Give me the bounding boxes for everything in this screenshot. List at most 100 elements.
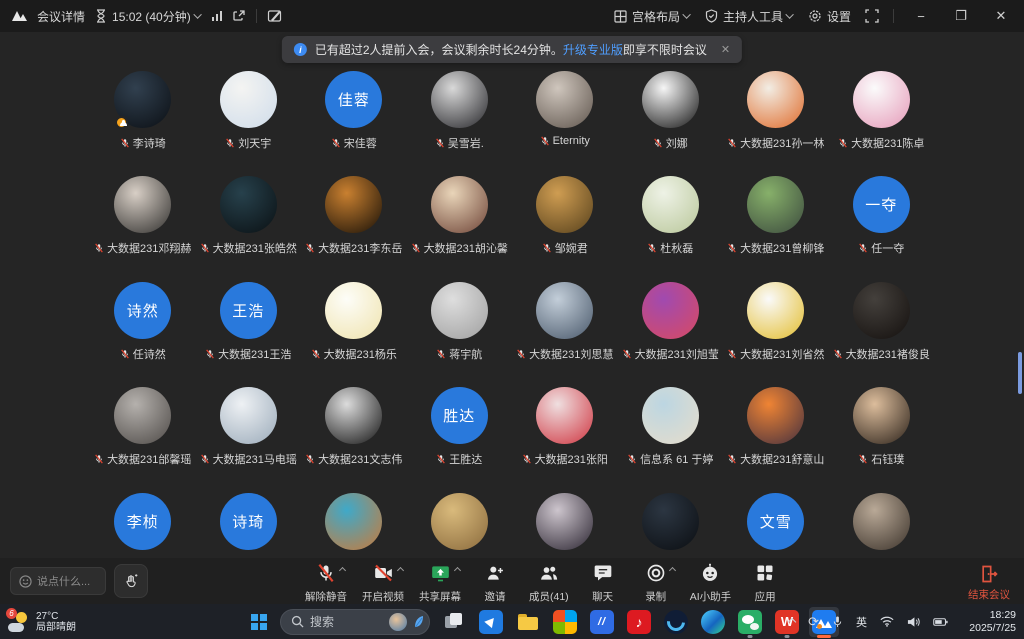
participant-name: 吴雪岩. [448,135,484,151]
participant-tile[interactable]: 刘娜 [618,66,724,171]
participant-tile[interactable]: 大数据231张阳 [512,382,618,487]
participant-tile[interactable]: 石钰璞 [829,382,935,487]
start-button[interactable] [245,609,271,635]
participant-label: 大数据231刘省然 [727,346,824,362]
chat-button[interactable]: 聊天 [581,562,625,606]
mic-muted-icon [627,454,637,464]
app-blue-arrow-icon[interactable] [476,607,506,637]
participant-tile[interactable]: 大数据231邰馨瑶 [90,382,196,487]
participant-tile[interactable]: 大数据231张皓然 [196,171,302,276]
raise-hand-button[interactable] [114,564,148,598]
netease-music-icon[interactable]: ♪ [624,607,654,637]
invite-button[interactable]: 邀请 [473,562,517,606]
wechat-icon[interactable] [735,607,765,637]
participant-name: 大数据231胡沁馨 [424,240,508,256]
participant-tile[interactable]: 邹婉君 [512,171,618,276]
sync-update-icon[interactable]: ⟳ [808,615,819,628]
quark-browser-icon[interactable] [661,607,691,637]
participant-tile[interactable]: 大数据231陈卓 [829,66,935,171]
participant-name: 大数据231邓翔赫 [107,240,191,256]
grid-layout-menu[interactable]: 宫格布局 [614,8,691,25]
meeting-timer[interactable]: 15:02 (40分钟) [95,8,202,25]
avatar [431,176,488,233]
taskbar-search[interactable]: 搜索 [280,609,430,635]
task-view-icon[interactable] [439,607,469,637]
participant-tile[interactable]: 大数据231杨乐 [301,277,407,382]
hidden-icons-chevron-icon[interactable] [788,617,796,625]
participant-tile[interactable]: 王浩 大数据231王浩 [196,277,302,382]
volume-icon[interactable] [907,616,920,628]
end-meeting-button[interactable]: 结束会议 [968,564,1010,602]
participant-tile[interactable]: 大数据231李东岳 [301,171,407,276]
toolbar-button-label: AI小助手 [690,589,731,604]
participant-label: 大数据231陈卓 [838,135,924,151]
scrollbar-thumb[interactable] [1018,352,1022,394]
participant-tile[interactable]: 大数据231刘旭莹 [618,277,724,382]
record-button[interactable]: 录制 [634,562,678,606]
maximize-button[interactable]: ❐ [948,3,974,29]
participant-tile[interactable]: 蒋宇航 [407,277,513,382]
minimize-button[interactable]: − [908,3,934,29]
search-highlight-avatar [389,613,407,631]
mic-muted-icon [94,243,104,253]
toolbar-button-label: 解除静音 [305,589,347,604]
participant-tile[interactable]: 大数据231曾柳锋 [723,171,829,276]
ai-assistant-button[interactable]: AI小助手 [687,562,734,606]
invite-icon [485,563,505,588]
participant-tile[interactable]: 大数据231胡沁馨 [407,171,513,276]
wifi-icon[interactable] [880,616,894,627]
participant-name: 信息系 61 于婷 [640,451,713,467]
participant-tile[interactable]: 大数据231褚俊良 [829,277,935,382]
participant-tile[interactable]: 大数据231舒意山 [723,382,829,487]
participant-label: 大数据231文志伟 [305,451,402,467]
tray-mic-icon[interactable] [832,615,843,629]
participant-tile[interactable]: 刘天宇 [196,66,302,171]
banner-close-icon[interactable]: ✕ [721,43,730,56]
participant-tile[interactable]: 杜秋磊 [618,171,724,276]
participant-tile[interactable]: 一夺 任一夺 [829,171,935,276]
close-button[interactable]: ✕ [988,3,1014,29]
meeting-logo-icon [12,11,27,21]
app-slashes-icon[interactable]: // [587,607,617,637]
unmute-button[interactable]: 解除静音 [302,562,350,606]
apps-button[interactable]: 应用 [743,562,787,606]
participant-tile[interactable]: 大数据231刘省然 [723,277,829,382]
participant-tile[interactable]: 李诗琦 [90,66,196,171]
ime-indicator[interactable]: 英 [856,614,867,630]
network-signal-icon[interactable] [212,11,223,21]
weather-widget[interactable]: 6 27°C局部晴朗 [8,611,76,633]
pop-out-icon[interactable] [232,9,246,23]
participant-name: 刘天宇 [238,135,271,151]
weather-temp: 27°C [36,611,76,622]
participant-tile[interactable]: 吴雪岩. [407,66,513,171]
members-button[interactable]: 成员(41) [526,562,572,606]
participant-tile[interactable]: 诗然 任诗然 [90,277,196,382]
participant-tile[interactable]: Eternity [512,66,618,171]
participant-tile[interactable]: 胜达 王胜达 [407,382,513,487]
quick-message-input[interactable]: 说点什么... [10,567,106,595]
share-screen-button[interactable]: 共享屏幕 [416,562,464,606]
upgrade-pro-link[interactable]: 升级专业版 [563,43,623,57]
taskbar-clock[interactable]: 18:29 2025/7/25 [969,609,1016,635]
participant-grid: 李诗琦 刘天宇 佳蓉 宋佳蓉 吴雪岩. [90,66,935,593]
settings-button[interactable]: 设置 [808,8,851,25]
participant-label: 邹婉君 [542,240,588,256]
file-explorer-icon[interactable] [513,607,543,637]
participant-tile[interactable]: 大数据231文志伟 [301,382,407,487]
microsoft-store-icon[interactable] [550,607,580,637]
participant-tile[interactable]: 大数据231刘思慧 [512,277,618,382]
participant-tile[interactable]: 大数据231邓翔赫 [90,171,196,276]
annotation-pen-icon[interactable] [267,9,282,23]
participant-tile[interactable]: 信息系 61 于婷 [618,382,724,487]
meeting-details-menu[interactable]: 会议详情 [37,8,85,25]
battery-icon[interactable] [933,617,948,627]
fullscreen-icon[interactable] [865,9,879,23]
start-video-button[interactable]: 开启视频 [359,562,407,606]
mic-muted-icon [542,243,552,253]
participant-tile[interactable]: 佳蓉 宋佳蓉 [301,66,407,171]
host-tools-menu[interactable]: 主持人工具 [705,8,794,25]
participant-name: 杜秋磊 [660,240,693,256]
participant-tile[interactable]: 大数据231孙一林 [723,66,829,171]
microsoft-edge-icon[interactable] [698,607,728,637]
participant-tile[interactable]: 大数据231马电瑶 [196,382,302,487]
